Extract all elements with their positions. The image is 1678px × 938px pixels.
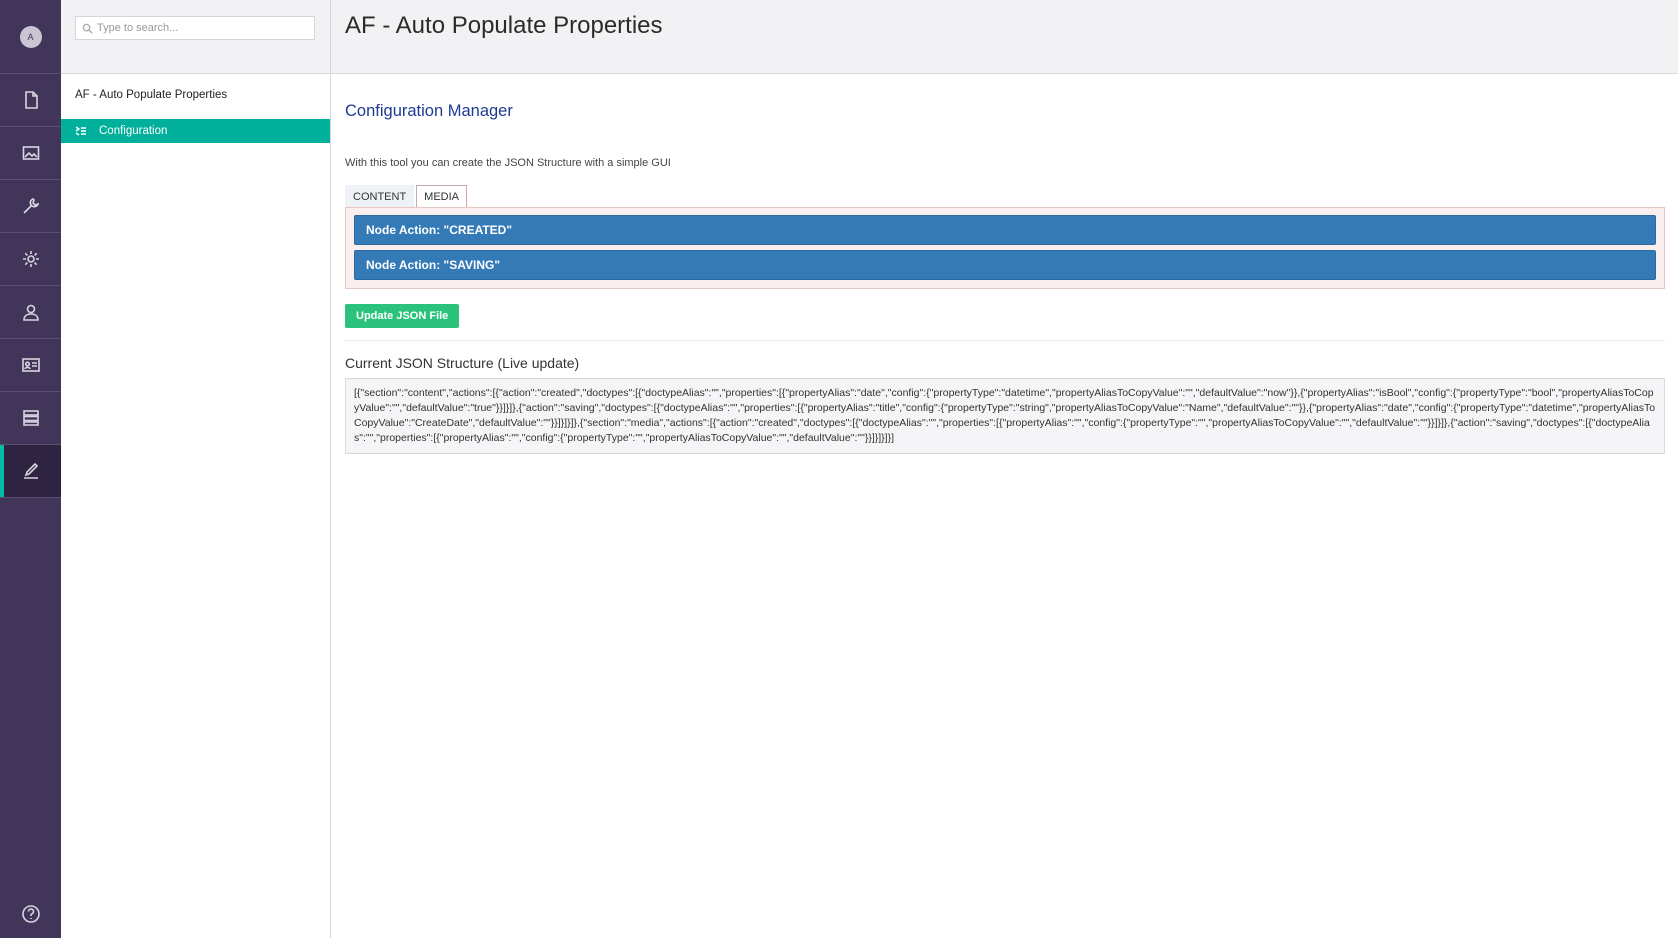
tree-item-label: Configuration [99, 125, 168, 137]
wrench-icon [22, 198, 39, 214]
tab-media[interactable]: MEDIA [416, 185, 468, 207]
node-action-saving[interactable]: Node Action: "SAVING" [354, 250, 1656, 280]
id-card-icon [21, 358, 40, 372]
tree-root-label[interactable]: AF - Auto Populate Properties [61, 74, 330, 119]
help-icon [21, 905, 40, 923]
section-media[interactable] [0, 127, 61, 180]
section-content[interactable] [0, 74, 61, 127]
user-icon [22, 304, 39, 321]
section-settings[interactable] [0, 180, 61, 233]
edit-icon [23, 462, 38, 479]
tab-content[interactable]: CONTENT [345, 185, 415, 207]
section-rail: A [0, 0, 61, 938]
gear-icon [22, 251, 39, 267]
page-title: AF - Auto Populate Properties [345, 12, 663, 39]
tree-item-configuration[interactable]: Configuration [61, 119, 330, 143]
json-structure-title: Current JSON Structure (Live update) [345, 355, 580, 371]
avatar[interactable]: A [19, 25, 42, 48]
section-developer[interactable] [0, 233, 61, 286]
tab-bar: CONTENT MEDIA [345, 185, 1664, 207]
search-input[interactable] [97, 22, 297, 34]
help-button[interactable] [0, 904, 61, 924]
json-structure-output[interactable]: [{"section":"content","actions":[{"actio… [345, 378, 1665, 454]
update-json-button[interactable]: Update JSON File [345, 304, 460, 328]
search-container [61, 0, 330, 74]
node-action-created[interactable]: Node Action: "CREATED" [354, 215, 1656, 245]
image-icon [22, 146, 39, 160]
document-icon [24, 91, 38, 109]
tree-panel: AF - Auto Populate Properties Configurat… [61, 0, 331, 938]
section-users[interactable] [0, 286, 61, 339]
search-icon [82, 23, 93, 34]
main-content: Configuration Manager With this tool you… [331, 74, 1678, 938]
avatar-container: A [0, 0, 61, 74]
page-header: AF - Auto Populate Properties [331, 0, 1678, 74]
section-forms[interactable] [0, 392, 61, 445]
forms-icon [22, 410, 39, 426]
configuration-icon [75, 126, 86, 136]
tab-panel: Node Action: "CREATED" Node Action: "SAV… [345, 207, 1665, 289]
intro-text: With this tool you can create the JSON S… [345, 157, 671, 169]
divider [345, 340, 1665, 341]
section-heading: Configuration Manager [345, 102, 513, 120]
section-af-auto-populate[interactable] [0, 445, 61, 498]
section-members[interactable] [0, 339, 61, 392]
search-box[interactable] [75, 16, 315, 40]
